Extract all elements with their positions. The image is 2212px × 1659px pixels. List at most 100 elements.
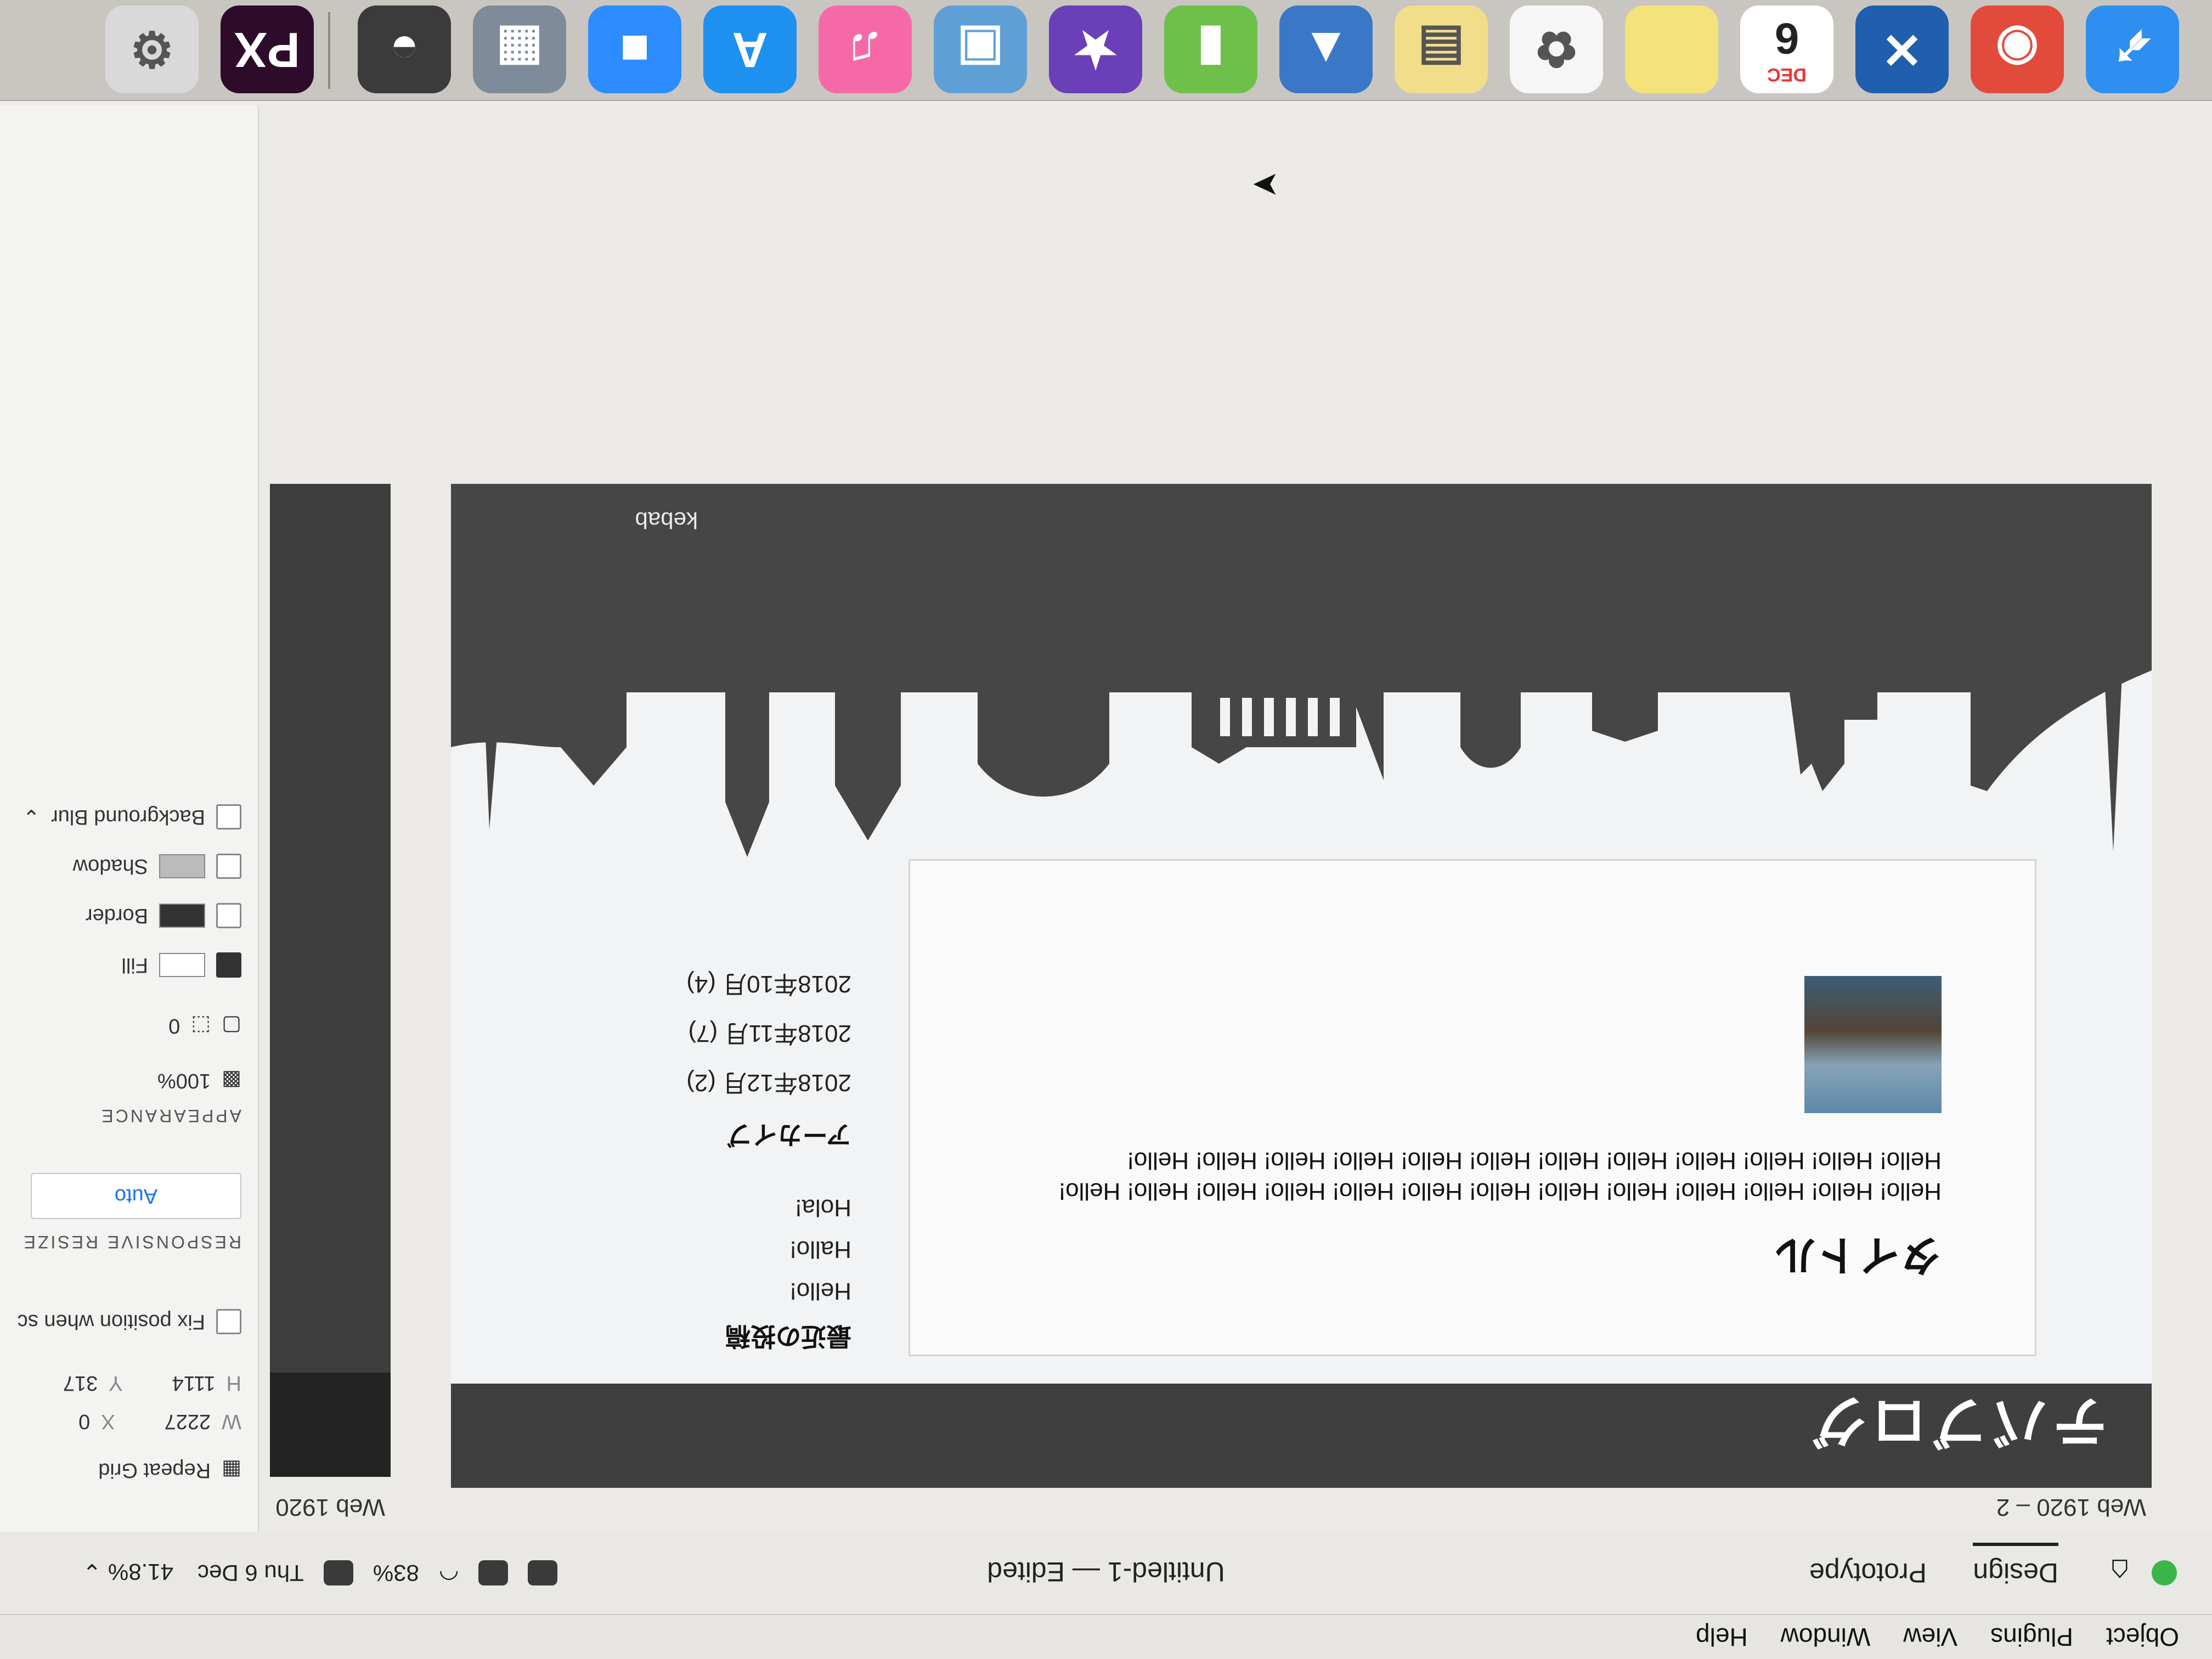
menu-window[interactable]: Window (1781, 1622, 1871, 1652)
recent-posts-heading: 最近の投稿 (725, 1322, 851, 1351)
status-area: ◠ 83% Thu 6 Dec (198, 1560, 558, 1587)
background-blur-row: Background Blur ⌄ (22, 804, 241, 830)
width-field[interactable]: 2227 (165, 1409, 211, 1433)
fill-swatch[interactable] (159, 953, 205, 977)
menu-bar: Object Plugins View Window Help (0, 1614, 2212, 1659)
appstore-icon[interactable]: A (703, 5, 797, 93)
app-title-bar: ⌂ Design Prototype Untitled-1 — Edited ◠… (0, 1531, 2212, 1614)
dock-divider (328, 12, 330, 89)
preview-icon[interactable]: ▣ (934, 5, 1027, 93)
post-thumbnail-image (1804, 976, 1942, 1113)
appearance-heading: APPEARANCE (99, 1106, 241, 1126)
border-row: Border (86, 903, 241, 928)
hat-icon[interactable]: ◒ (358, 5, 451, 93)
responsive-auto-button[interactable]: Auto (31, 1173, 241, 1219)
width-label: W (222, 1410, 241, 1433)
menu-object[interactable]: Object (2106, 1622, 2179, 1652)
hammer-icon[interactable]: ✕ (1855, 5, 1949, 93)
zoom-value: 41.8% (108, 1559, 173, 1585)
compass-icon[interactable]: ➶ (2086, 5, 2179, 93)
height-field[interactable]: 1114 (172, 1371, 216, 1395)
corner-radius-row: ▢ ⬚ 0 (168, 1013, 241, 1038)
dropbox-icon[interactable] (528, 1560, 558, 1586)
battery-indicator[interactable]: 83% (373, 1560, 419, 1587)
xd-icon[interactable]: PX (221, 5, 314, 93)
wifi-icon[interactable]: ◠ (439, 1560, 459, 1587)
mouse-cursor-icon: ➤ (1251, 167, 1279, 204)
dock-app-label: PX (234, 22, 301, 77)
design-canvas[interactable]: Web 1920 – 2 テバブログ タイトル Hello! Hello! He… (259, 105, 2212, 1532)
archive-heading: アーカイブ (726, 1120, 851, 1149)
bar-chart-icon[interactable]: ▮ (1164, 5, 1257, 93)
menu-plugins[interactable]: Plugins (1990, 1622, 2073, 1652)
zoom-level[interactable]: 41.8% ⌄ (82, 1559, 173, 1585)
chevron-down-icon[interactable]: ⌄ (22, 805, 40, 830)
calendar-day-label: 6 (1774, 14, 1799, 64)
repeat-grid-button[interactable]: ▦ Repeat Grid (98, 1458, 241, 1482)
calendar-icon[interactable]: DEC 6 (1740, 5, 1833, 93)
desktop-screen: Object Plugins View Window Help ⌂ Design… (0, 0, 2212, 1659)
archive-link[interactable]: 2018年12月 (2) (544, 1068, 851, 1103)
artboard-label[interactable]: Web 1920 – 2 (1996, 1493, 2146, 1521)
footer-label: kebab (635, 507, 698, 533)
opacity-icon: ▩ (222, 1069, 241, 1092)
shadow-swatch[interactable] (159, 854, 205, 878)
image-capture-icon[interactable]: ▦ (473, 5, 566, 93)
chevron-down-icon: ⌄ (82, 1559, 102, 1585)
stickies-icon[interactable]: ▤ (1395, 5, 1488, 93)
property-inspector: ▦ Repeat Grid W 2227 X 0 H 1114 Y 317 Fi… (0, 105, 259, 1532)
flower-icon[interactable]: ✿ (1510, 5, 1603, 93)
recent-post-link[interactable]: Hola! (544, 1194, 851, 1221)
dock: ➶ ◉ ✕ DEC 6 ✿ ▤ ▲ ▮ ★ ▣ ♫ A ■ ▦ ◒ PX ⚙ (0, 0, 2212, 101)
artboard-web-1920-2[interactable]: テバブログ タイトル Hello! Hello! Hello! Hello! H… (451, 484, 2152, 1488)
artboard-web-1920[interactable] (270, 484, 391, 1477)
recent-post-link[interactable]: Hello! (544, 1277, 852, 1305)
note-icon[interactable] (1625, 5, 1718, 93)
input-source-icon[interactable] (323, 1560, 353, 1586)
y-label: Y (109, 1372, 123, 1395)
gear-icon[interactable]: ⚙ (105, 5, 199, 93)
music-icon[interactable]: ♫ (819, 5, 912, 93)
x-label: X (101, 1410, 115, 1433)
chrome-icon[interactable]: ◉ (1971, 5, 2064, 93)
y-field[interactable]: 317 (63, 1371, 98, 1395)
independent-corners-icon[interactable]: ⬚ (191, 1013, 211, 1038)
video-camera-icon[interactable]: ■ (588, 5, 681, 93)
post-title: タイトル (1775, 1231, 1942, 1278)
border-swatch[interactable] (159, 904, 205, 928)
background-blur-checkbox[interactable] (216, 804, 241, 830)
site-title: テバブログ (1806, 1390, 2108, 1452)
presentation-icon[interactable]: ▲ (1279, 5, 1373, 93)
x-field[interactable]: 0 (78, 1409, 90, 1433)
corner-radius-icon[interactable]: ▢ (222, 1013, 241, 1038)
archive-link[interactable]: 2018年11月 (7) (544, 1018, 851, 1053)
opacity-value[interactable]: 100% (157, 1069, 211, 1092)
corner-radius-value[interactable]: 0 (168, 1014, 180, 1037)
site-header[interactable] (270, 1373, 391, 1477)
border-checkbox[interactable] (216, 903, 241, 928)
artboard-label[interactable]: Web 1920 (275, 1493, 385, 1521)
site-header[interactable]: テバブログ (451, 1384, 2152, 1488)
menu-view[interactable]: View (1903, 1622, 1957, 1652)
menu-help[interactable]: Help (1696, 1622, 1748, 1652)
responsive-row: Auto (31, 1173, 241, 1219)
fill-checkbox[interactable] (216, 952, 241, 978)
cloud-icon[interactable] (478, 1560, 509, 1586)
fix-position-checkbox[interactable] (216, 1309, 241, 1334)
post-card[interactable]: タイトル Hello! Hello! Hello! Hello! Hello! … (909, 859, 2036, 1356)
shadow-checkbox[interactable] (216, 854, 241, 879)
calendar-month-label: DEC (1767, 64, 1807, 86)
height-label: H (226, 1372, 241, 1395)
city-skyline-footer (451, 484, 2152, 857)
size-position-row-2: H 1114 Y 317 (63, 1371, 241, 1395)
archive-link[interactable]: 2018年10月 (4) (544, 969, 851, 1004)
fix-position-row[interactable]: Fix position when sc (18, 1309, 241, 1334)
star-icon[interactable]: ★ (1049, 5, 1142, 93)
grid-icon: ▦ (222, 1458, 241, 1481)
responsive-resize-heading: RESPONSIVE RESIZE (21, 1232, 241, 1252)
recent-post-link[interactable]: Hallo! (544, 1235, 852, 1263)
fill-row: Fill (121, 952, 241, 978)
opacity-row[interactable]: ▩ 100% (157, 1068, 241, 1093)
clock[interactable]: Thu 6 Dec (198, 1560, 304, 1587)
blog-sidebar: 最近の投稿 Hello! Hallo! Hola! アーカイブ 2018年12月… (544, 955, 851, 1356)
